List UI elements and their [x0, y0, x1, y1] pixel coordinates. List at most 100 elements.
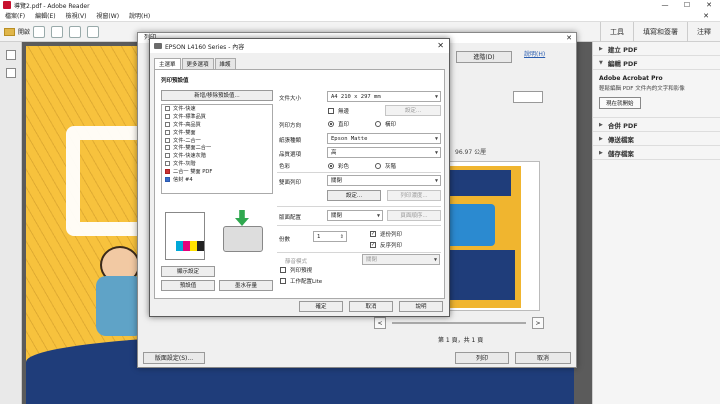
tab-main[interactable]: 主選單	[154, 58, 181, 69]
close-document-icon[interactable]: ✕	[698, 12, 714, 20]
combine-pdf-section[interactable]: ▶ 合併 PDF	[593, 118, 720, 132]
epson-main-panel: 列印預設值 新增/移除預設值... 文件-快速 文件-標準品質 文件-高品質 文…	[154, 69, 445, 299]
start-now-button[interactable]: 現在就開始	[599, 97, 641, 109]
store-files-section[interactable]: ▶ 儲存檔案	[593, 146, 720, 160]
ink-levels-button[interactable]: 墨水存量	[219, 280, 273, 291]
print-settings-illustration	[161, 208, 273, 262]
show-settings-button[interactable]: 顯示設定	[161, 266, 215, 277]
portrait-radio[interactable]	[328, 121, 334, 127]
print-cancel-button[interactable]: 取消	[515, 352, 571, 364]
list-item[interactable]: 文件-二合一	[162, 136, 272, 144]
grayscale-radio[interactable]	[375, 163, 381, 169]
envelope-icon	[165, 176, 170, 182]
divider	[277, 172, 441, 173]
print-preview-label: 列印預視	[290, 268, 313, 274]
open-button[interactable]: 開啟	[4, 27, 30, 36]
folder-icon	[4, 27, 15, 36]
list-item[interactable]: 文件-高品質	[162, 121, 272, 129]
duplex-dropdown[interactable]: 關閉 ▼	[327, 175, 441, 186]
duplex-settings-button[interactable]: 設定...	[327, 190, 381, 201]
list-item[interactable]: 文件-雙面	[162, 128, 272, 136]
tab-more-options[interactable]: 更多選項	[181, 58, 214, 69]
borderless-label: 無邊	[338, 109, 350, 115]
maximize-button[interactable]: ☐	[676, 0, 698, 10]
list-item[interactable]: 文件-快速	[162, 105, 272, 113]
send-files-section[interactable]: ▶ 傳送檔案	[593, 132, 720, 146]
preview-slider[interactable]	[392, 322, 526, 324]
print-density-button[interactable]: 列印濃度...	[387, 190, 441, 201]
paper-type-dropdown[interactable]: Epson Matte ▼	[327, 133, 441, 144]
menu-file[interactable]: 檔案(F)	[0, 11, 30, 20]
tools-tab[interactable]: 工具	[600, 22, 633, 42]
list-item[interactable]: 文件-雙面二合一	[162, 144, 272, 152]
cancel-button[interactable]: 取消	[349, 301, 393, 312]
collate-label: 逐份列印	[380, 232, 403, 238]
color-option-label: 彩色	[338, 164, 350, 170]
landscape-radio[interactable]	[375, 121, 381, 127]
print-button[interactable]: 列印	[455, 352, 509, 364]
save-icon[interactable]	[51, 25, 64, 38]
previous-page-button[interactable]: <	[374, 317, 386, 329]
list-item[interactable]: 二合一 雙面 PDF	[162, 167, 272, 175]
print-dialog-close-icon[interactable]: ✕	[566, 34, 572, 42]
print-preview-checkbox[interactable]	[280, 267, 286, 273]
help-button[interactable]: 說明	[399, 301, 443, 312]
quiet-mode-dropdown[interactable]: 關閉 ▼	[362, 254, 440, 265]
copies-stepper[interactable]: 1 ⇕	[313, 231, 347, 242]
list-item[interactable]: 文件-快速灰階	[162, 152, 272, 160]
list-item[interactable]: 文件-灰階	[162, 160, 272, 168]
list-item[interactable]: 文件-標準品質	[162, 113, 272, 121]
epson-close-icon[interactable]: ✕	[437, 41, 444, 50]
chevron-down-icon: ▼	[376, 213, 380, 219]
create-pdf-section[interactable]: ▶ 建立 PDF	[593, 42, 720, 56]
email-icon[interactable]	[87, 25, 100, 38]
copies-label: 份數	[279, 237, 291, 243]
menu-window[interactable]: 視窗(W)	[91, 11, 124, 20]
multipage-dropdown[interactable]: 關閉 ▼	[327, 210, 383, 221]
borderless-settings-button[interactable]: 設定...	[385, 105, 441, 116]
edit-pdf-section[interactable]: ▼ 編輯 PDF	[593, 56, 720, 70]
comment-tab[interactable]: 注釋	[687, 22, 720, 42]
document-icon	[165, 153, 170, 159]
list-item[interactable]: 信封 #4	[162, 175, 272, 183]
create-pdf-icon[interactable]	[33, 25, 46, 38]
menu-view[interactable]: 檢視(V)	[61, 11, 92, 20]
stepper-arrows-icon[interactable]: ⇕	[340, 232, 344, 242]
duplex-value: 關閉	[331, 178, 343, 184]
preset-label: 文件-雙面二合一	[173, 145, 212, 152]
reverse-order-checkbox[interactable]: ✓	[370, 242, 376, 248]
quality-dropdown[interactable]: 高 ▼	[327, 147, 441, 158]
section-label: 合併 PDF	[607, 121, 638, 130]
fill-sign-tab[interactable]: 填寫和簽署	[633, 22, 687, 42]
next-page-button[interactable]: >	[532, 317, 544, 329]
print-icon[interactable]	[69, 25, 82, 38]
chevron-down-icon: ▼	[434, 150, 438, 156]
menu-help[interactable]: 說明(H)	[124, 11, 155, 20]
presets-list[interactable]: 文件-快速 文件-標準品質 文件-高品質 文件-雙面 文件-二合一 文件-雙面二…	[161, 104, 273, 194]
ok-button[interactable]: 確定	[299, 301, 343, 312]
borderless-checkbox[interactable]	[328, 108, 334, 114]
print-dialog-dropdown[interactable]	[513, 91, 543, 103]
collate-checkbox[interactable]: ✓	[370, 231, 376, 237]
color-radio[interactable]	[328, 163, 334, 169]
chevron-down-icon: ▼	[434, 136, 438, 142]
print-help-link[interactable]: 說明(H)	[524, 49, 545, 58]
collapsed-arrow-icon: ▶	[599, 135, 603, 142]
page-thumbnails-icon[interactable]	[5, 50, 16, 60]
minimize-button[interactable]: —	[654, 0, 676, 10]
job-arranger-checkbox[interactable]	[280, 278, 286, 284]
section-label: 儲存檔案	[607, 149, 634, 158]
page-setup-button[interactable]: 版面設定(S)...	[143, 352, 205, 364]
quiet-mode-label: 靜音模式	[285, 259, 308, 265]
paper-size-dropdown[interactable]: A4 210 x 297 mm ▼	[327, 91, 441, 102]
menu-bar: 檔案(F) 編輯(E) 檢視(V) 視窗(W) 說明(H) ✕	[0, 10, 720, 22]
close-window-button[interactable]: ✕	[698, 0, 720, 10]
tab-maintenance[interactable]: 維護	[214, 58, 236, 69]
add-remove-presets-button[interactable]: 新增/移除預設值...	[161, 90, 273, 101]
menu-edit[interactable]: 編輯(E)	[30, 11, 60, 20]
section-label: 編輯 PDF	[607, 59, 638, 68]
defaults-button[interactable]: 預設值	[161, 280, 215, 291]
page-order-button[interactable]: 頁面順序...	[387, 210, 441, 221]
advanced-button[interactable]: 進階(D)	[456, 51, 512, 63]
attachments-icon[interactable]	[5, 68, 16, 78]
